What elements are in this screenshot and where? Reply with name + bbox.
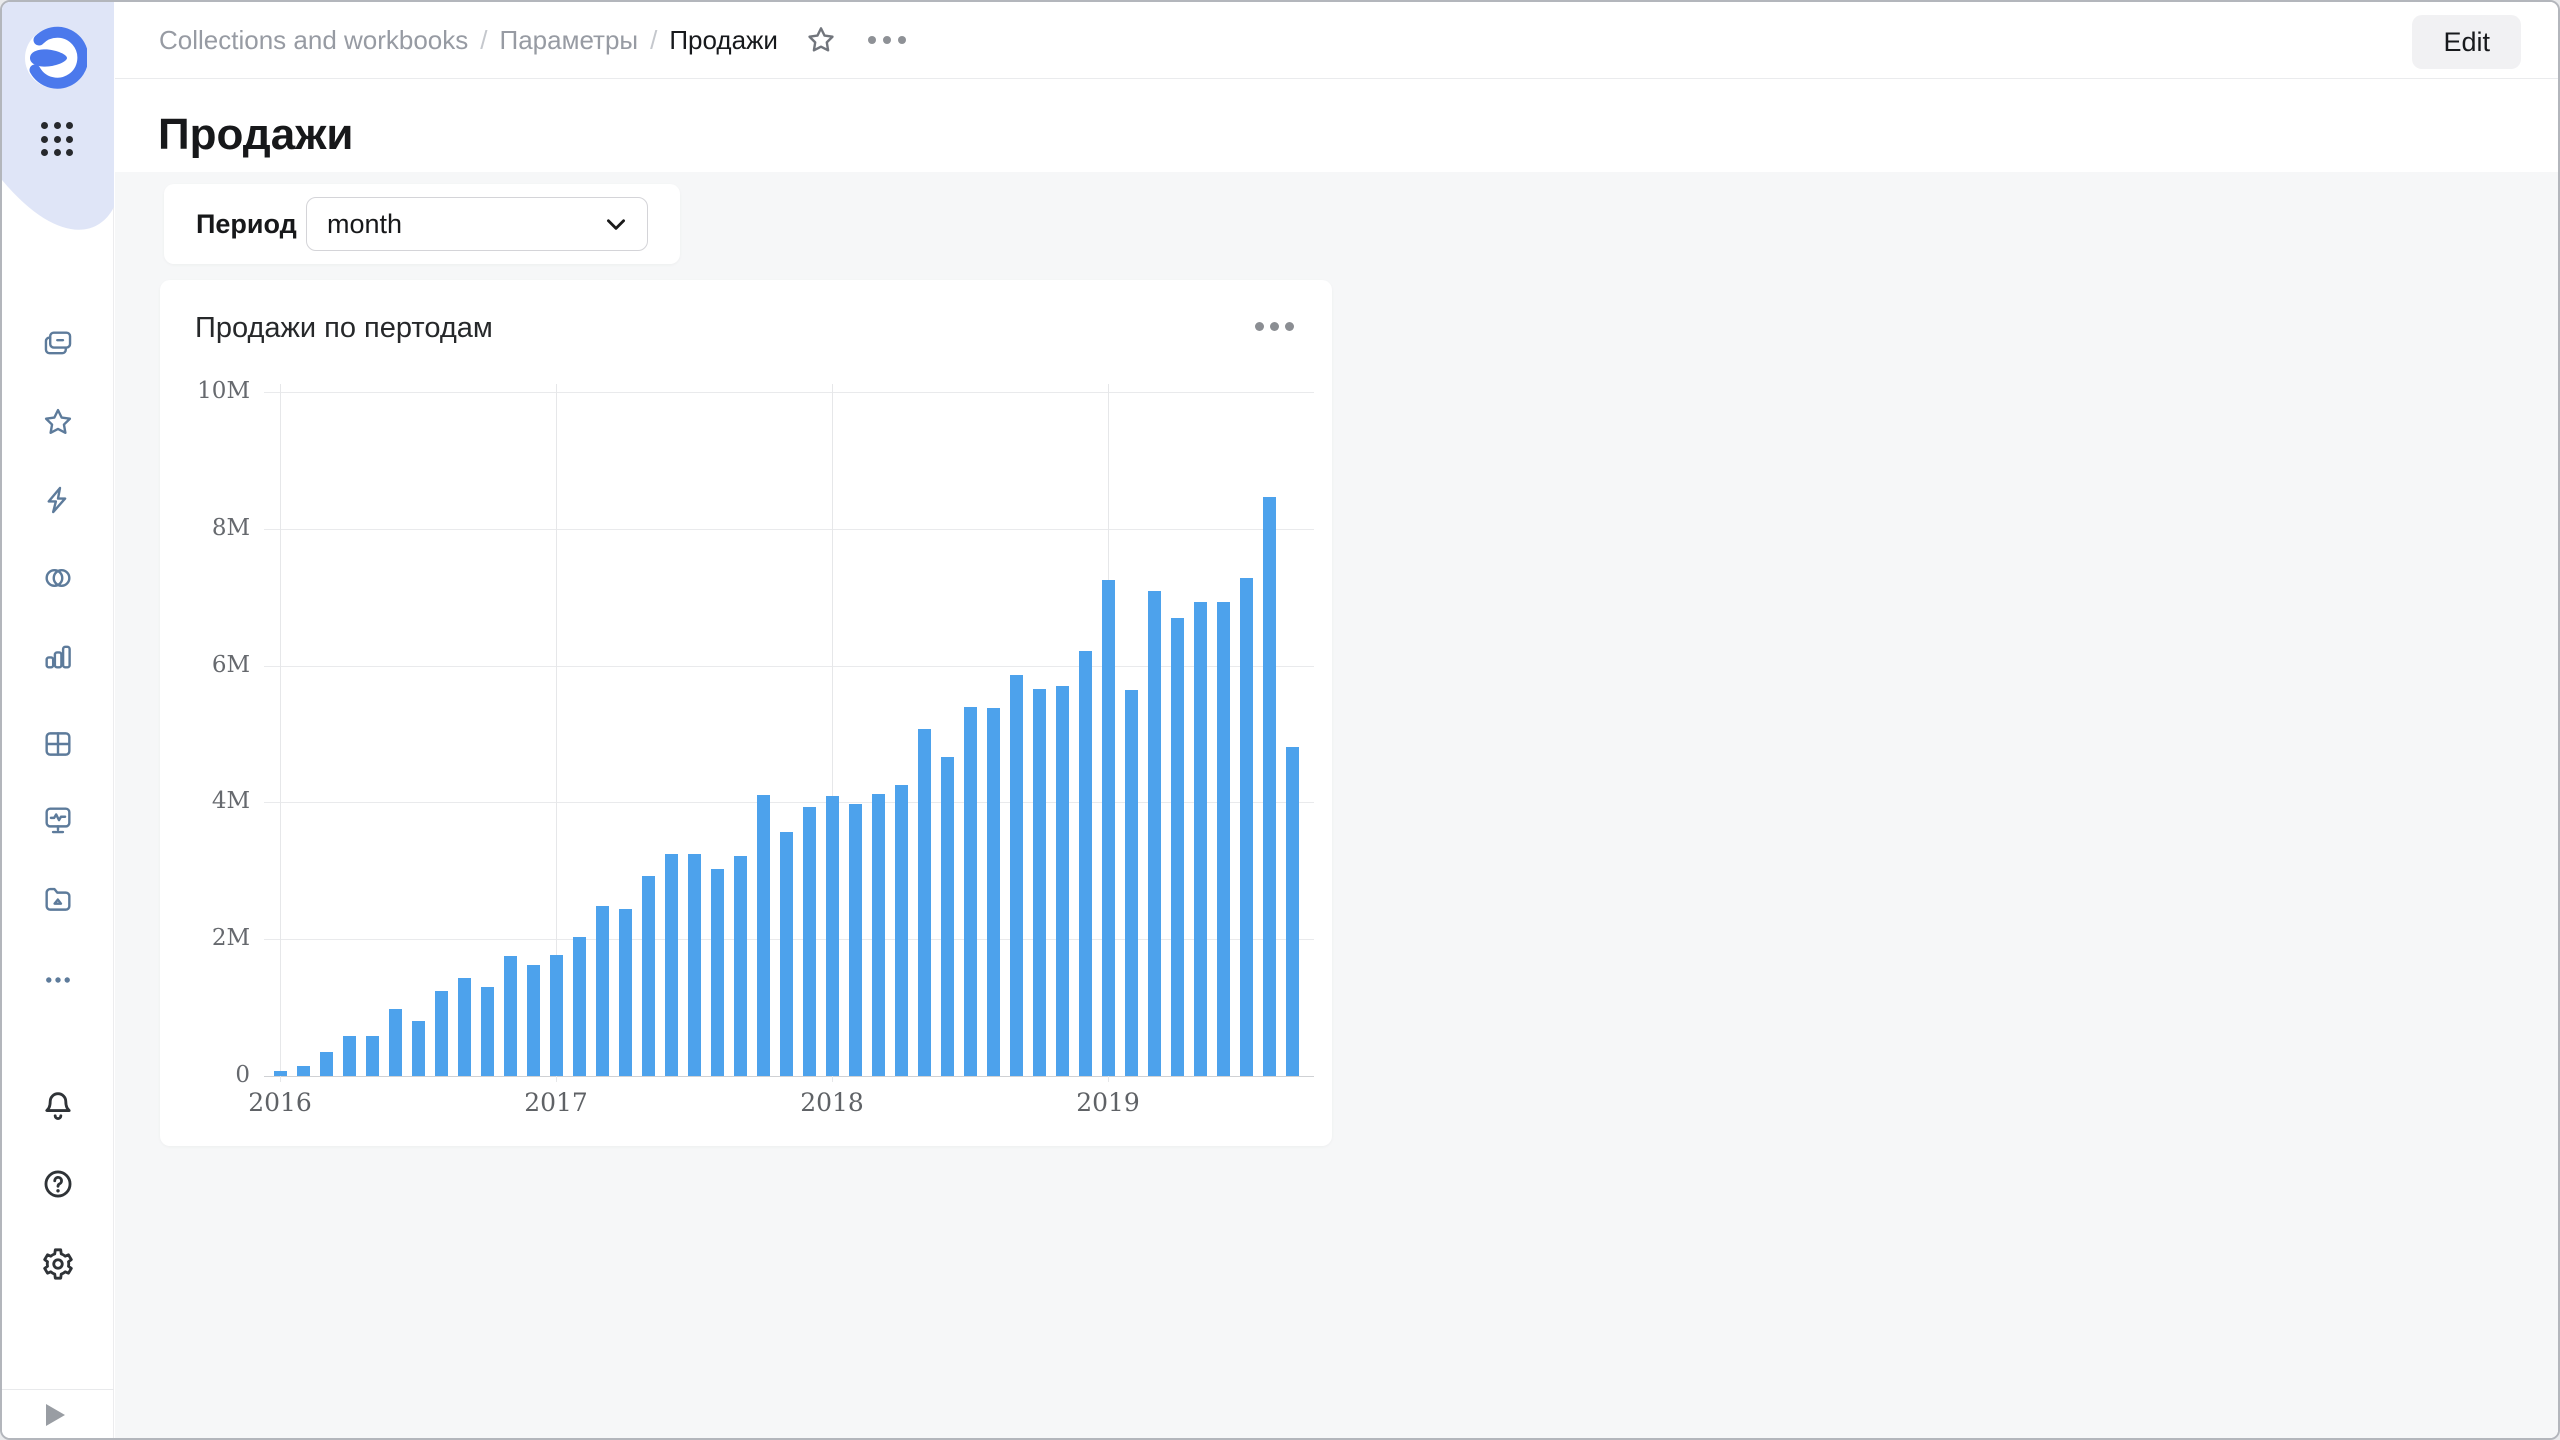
breadcrumb-separator: / xyxy=(638,25,669,56)
bar-2016-09 xyxy=(458,978,471,1076)
bar-2019-05 xyxy=(1194,602,1207,1076)
bar-2019-04 xyxy=(1171,618,1184,1076)
bar-2018-07 xyxy=(964,707,977,1076)
connections-icon[interactable] xyxy=(41,561,75,595)
bar-2018-05 xyxy=(918,729,931,1076)
bar-2018-06 xyxy=(941,757,954,1076)
top-header: Collections and workbooks / Параметры / … xyxy=(115,2,2558,79)
collections-icon[interactable] xyxy=(41,327,75,361)
y-axis-label: 10M xyxy=(160,378,250,404)
period-select-value: month xyxy=(327,209,402,240)
bar-2019-06 xyxy=(1217,602,1230,1076)
bar-2018-03 xyxy=(872,794,885,1076)
bar-2016-04 xyxy=(343,1036,356,1076)
sales-bar-chart: 0 2M 4M 6M 8M 10M 2016 2017 2018 2019 xyxy=(160,280,1332,1146)
bar-2018-01 xyxy=(826,796,839,1076)
expand-sidebar-button[interactable] xyxy=(46,1404,65,1426)
x-axis-label: 2016 xyxy=(220,1088,340,1117)
files-icon[interactable] xyxy=(41,882,75,916)
bar-2019-03 xyxy=(1148,591,1161,1076)
bar-2017-03 xyxy=(596,906,609,1076)
notifications-icon[interactable] xyxy=(41,1088,75,1122)
bar-2017-01 xyxy=(550,955,563,1076)
bar-2017-04 xyxy=(619,909,632,1076)
edit-button[interactable]: Edit xyxy=(2412,15,2521,69)
y-axis-label: 8M xyxy=(160,515,250,541)
help-icon[interactable] xyxy=(41,1167,75,1201)
chevron-down-icon xyxy=(603,211,629,237)
breadcrumb-current-page: Продажи xyxy=(669,25,778,56)
breadcrumb-workbook[interactable]: Параметры xyxy=(500,25,639,56)
bar-2016-12 xyxy=(527,965,540,1076)
bar-2017-12 xyxy=(803,807,816,1076)
bar-2016-07 xyxy=(412,1021,425,1076)
bar-2018-10 xyxy=(1033,689,1046,1076)
bar-2018-12 xyxy=(1079,651,1092,1076)
bar-2016-08 xyxy=(435,991,448,1076)
bar-2018-04 xyxy=(895,785,908,1076)
y-axis-label: 6M xyxy=(160,652,250,678)
bar-2017-08 xyxy=(711,869,724,1076)
bar-2018-09 xyxy=(1010,675,1023,1076)
breadcrumb-separator: / xyxy=(468,25,499,56)
gridline-h xyxy=(264,392,1314,393)
bar-2018-11 xyxy=(1056,686,1069,1076)
editor-icon[interactable] xyxy=(41,483,75,517)
bar-2016-05 xyxy=(366,1036,379,1076)
period-select[interactable]: month xyxy=(306,197,648,251)
x-axis-label: 2019 xyxy=(1048,1088,1168,1117)
main-content: Продажи Период month Продажи по пертодам… xyxy=(115,80,2558,1438)
bar-2018-02 xyxy=(849,804,862,1076)
favorite-star-icon[interactable] xyxy=(804,23,838,57)
period-selector-widget: Период month xyxy=(164,184,680,264)
bar-2019-08 xyxy=(1263,497,1276,1076)
app-window: Collections and workbooks / Параметры / … xyxy=(0,0,2560,1440)
favorites-icon[interactable] xyxy=(41,405,75,439)
monitoring-icon[interactable] xyxy=(41,803,75,837)
y-axis-label: 2M xyxy=(160,925,250,951)
sales-chart-card: Продажи по пертодам 02M4M6M8M10M20162017… xyxy=(160,280,1332,1146)
bar-2018-08 xyxy=(987,708,1000,1076)
bar-2019-02 xyxy=(1125,690,1138,1076)
settings-icon[interactable] xyxy=(41,1247,75,1281)
all-services-grid-icon[interactable] xyxy=(41,122,75,156)
bar-2019-01 xyxy=(1102,580,1115,1076)
bar-2016-10 xyxy=(481,987,494,1076)
bar-2016-11 xyxy=(504,956,517,1076)
page-title: Продажи xyxy=(158,110,353,160)
bar-2017-07 xyxy=(688,854,701,1076)
gridline-h xyxy=(264,1076,1314,1077)
gridline-h xyxy=(264,529,1314,530)
bar-2017-09 xyxy=(734,856,747,1076)
x-axis-label: 2018 xyxy=(772,1088,892,1117)
breadcrumb-more-menu-icon[interactable] xyxy=(868,36,906,44)
period-label: Период xyxy=(196,209,297,240)
bar-2016-02 xyxy=(297,1066,310,1076)
bar-2019-09 xyxy=(1286,747,1299,1076)
bar-2019-07 xyxy=(1240,578,1253,1076)
bar-2017-10 xyxy=(757,795,770,1076)
charts-icon[interactable] xyxy=(41,639,75,673)
bar-2016-06 xyxy=(389,1009,402,1076)
bar-2017-11 xyxy=(780,832,793,1076)
gridline-year xyxy=(280,384,281,1082)
y-axis-label: 0 xyxy=(160,1062,250,1088)
datasets-icon[interactable] xyxy=(41,727,75,761)
sidebar xyxy=(2,2,114,1438)
bar-2016-03 xyxy=(320,1052,333,1076)
bar-2017-05 xyxy=(642,876,655,1076)
breadcrumb-collections[interactable]: Collections and workbooks xyxy=(159,25,468,56)
datalens-logo-icon[interactable] xyxy=(23,26,87,90)
breadcrumb: Collections and workbooks / Параметры / … xyxy=(159,25,778,56)
bar-2016-01 xyxy=(274,1071,287,1076)
bar-2017-06 xyxy=(665,854,678,1076)
bar-2017-02 xyxy=(573,937,586,1076)
y-axis-label: 4M xyxy=(160,788,250,814)
x-axis-label: 2017 xyxy=(496,1088,616,1117)
sidebar-divider xyxy=(2,1389,114,1390)
more-icon[interactable] xyxy=(41,963,75,997)
